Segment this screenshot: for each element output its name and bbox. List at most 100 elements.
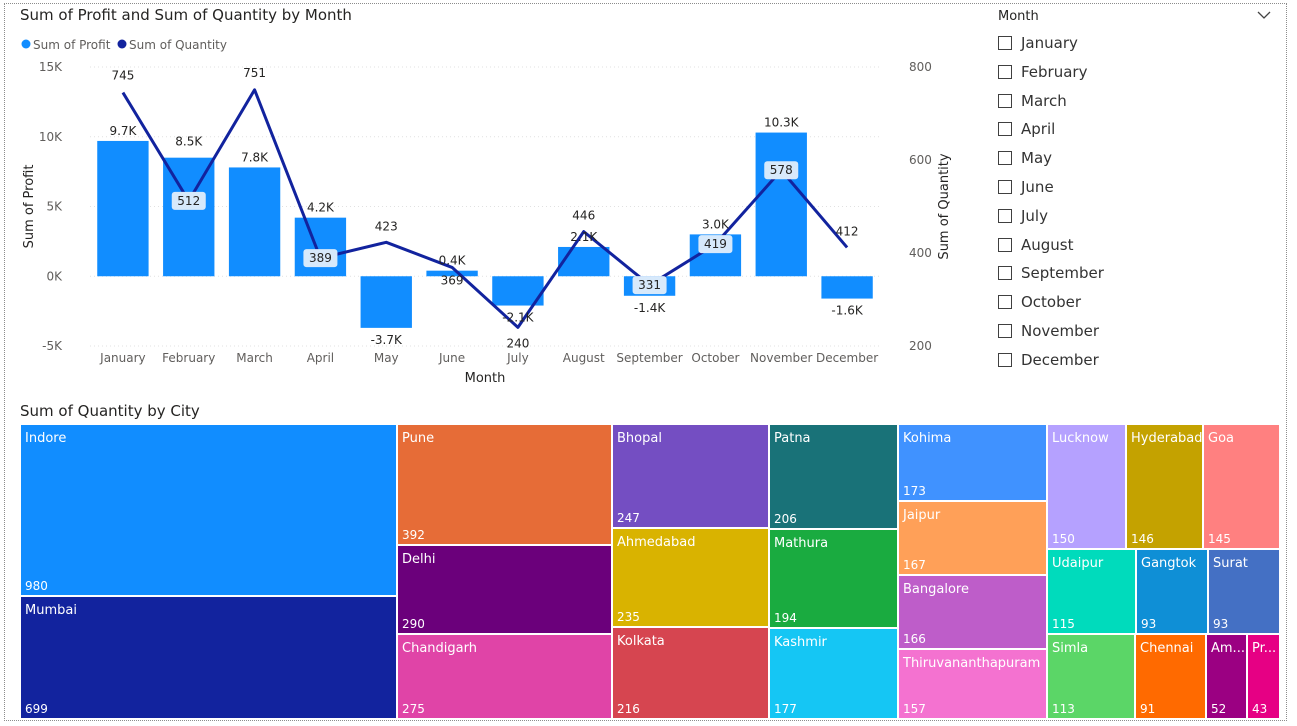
profit-bar <box>163 157 215 277</box>
treemap-cell[interactable]: Mumbai 699 <box>20 596 397 719</box>
treemap-cell[interactable]: Gangtok 93 <box>1136 549 1208 634</box>
treemap-city-label: Surat <box>1213 556 1248 571</box>
treemap-cell[interactable]: Patna 206 <box>769 424 898 529</box>
profit-data-label: -1.6K <box>831 304 863 318</box>
treemap-value-label: 93 <box>1141 617 1157 631</box>
treemap-cell[interactable]: Hyderabad 146 <box>1126 424 1203 549</box>
profit-data-label: -1.4K <box>634 301 666 315</box>
treemap-cell[interactable]: Bangalore 166 <box>898 575 1047 649</box>
checkbox[interactable] <box>998 36 1012 50</box>
y2-tick-label: 800 <box>909 60 932 74</box>
profit-data-label: 3.0K <box>702 217 730 231</box>
checkbox[interactable] <box>998 352 1012 367</box>
month-option[interactable]: July <box>998 206 1048 226</box>
treemap-cell[interactable]: Surat 93 <box>1208 549 1280 634</box>
checkbox[interactable] <box>998 180 1012 194</box>
month-option[interactable]: March <box>998 91 1067 111</box>
month-option[interactable]: October <box>998 292 1081 312</box>
treemap-title: Sum of Quantity by City <box>20 402 200 420</box>
treemap-cell[interactable]: Udaipur 115 <box>1047 549 1136 634</box>
treemap-value-label: 52 <box>1211 702 1227 716</box>
quantity-data-label: 745 <box>111 69 134 83</box>
x-tick-label: April <box>307 351 334 365</box>
y2-tick-label: 400 <box>909 246 932 260</box>
month-option[interactable]: April <box>998 119 1055 139</box>
profit-data-label: -3.7K <box>371 333 403 347</box>
treemap-city-label: Lucknow <box>1052 431 1109 446</box>
treemap-value-label: 206 <box>774 512 797 526</box>
x-tick-label: February <box>162 351 215 365</box>
month-option[interactable]: September <box>998 263 1104 283</box>
treemap-cell[interactable]: Chennai 91 <box>1135 634 1206 719</box>
profit-data-label: 10.3K <box>764 116 800 130</box>
month-option-label: July <box>1021 206 1048 225</box>
treemap-cell[interactable]: Jaipur 167 <box>898 501 1047 575</box>
checkbox[interactable] <box>998 208 1012 223</box>
treemap-city-label: Gangtok <box>1141 556 1197 571</box>
treemap-cell[interactable]: Pr... 43 <box>1247 634 1280 719</box>
month-option[interactable]: May <box>998 148 1052 168</box>
profit-data-label: 9.7K <box>109 124 137 138</box>
treemap-cell[interactable]: Pune 392 <box>397 424 612 545</box>
legend-marker-profit <box>21 39 31 49</box>
profit-data-label: 0.4K <box>439 254 467 268</box>
checkbox[interactable] <box>998 324 1012 338</box>
checkbox[interactable] <box>998 266 1012 281</box>
treemap-value-label: 980 <box>25 579 48 593</box>
y-axis-title: Sum of Profit <box>22 165 37 249</box>
treemap-cell[interactable]: Kohima 173 <box>898 424 1047 501</box>
treemap-cell[interactable]: Lucknow 150 <box>1047 424 1126 549</box>
checkbox[interactable] <box>998 64 1012 79</box>
treemap-cell[interactable]: Goa 145 <box>1203 424 1280 549</box>
treemap-cell[interactable]: Delhi 290 <box>397 545 612 634</box>
profit-bar <box>228 167 281 277</box>
treemap-value-label: 247 <box>617 511 640 525</box>
treemap-value-label: 157 <box>903 702 926 716</box>
month-option-label: January <box>1021 34 1078 52</box>
treemap-cell[interactable]: Am... 52 <box>1206 634 1247 719</box>
treemap-cell[interactable]: Bhopal 247 <box>612 424 769 528</box>
treemap-cell[interactable]: Chandigarh 275 <box>397 634 612 719</box>
y2-tick-label: 600 <box>909 153 932 167</box>
checkbox[interactable] <box>998 295 1012 310</box>
checkbox[interactable] <box>998 93 1012 108</box>
treemap-cell[interactable]: Kashmir 177 <box>769 628 898 719</box>
month-option-label: June <box>1021 178 1054 196</box>
checkbox[interactable] <box>998 151 1012 166</box>
treemap-cell[interactable]: Simla 113 <box>1047 634 1135 719</box>
treemap-city-label: Mumbai <box>25 603 77 618</box>
legend-marker-quantity <box>117 39 127 49</box>
y-tick-label: 5K <box>46 200 63 214</box>
treemap-cell[interactable]: Indore 980 <box>20 424 397 596</box>
treemap-value-label: 235 <box>617 610 640 624</box>
treemap-cell[interactable]: Thiruvananthapuram 157 <box>898 649 1047 719</box>
treemap-city-label: Bangalore <box>903 582 969 597</box>
month-option[interactable]: January <box>998 33 1078 53</box>
month-option[interactable]: June <box>998 177 1054 197</box>
treemap-value-label: 392 <box>402 528 425 542</box>
month-option[interactable]: August <box>998 235 1074 255</box>
y-tick-label: -5K <box>42 339 63 353</box>
treemap-cell[interactable]: Ahmedabad 235 <box>612 528 769 627</box>
y-tick-label: 0K <box>46 269 63 283</box>
month-option[interactable]: November <box>998 321 1099 341</box>
profit-bar <box>294 217 347 277</box>
profit-bar <box>360 276 412 328</box>
treemap-city-label: Thiruvananthapuram <box>903 656 1041 671</box>
profit-bar <box>821 276 873 299</box>
legend-label-profit: Sum of Profit <box>33 38 111 52</box>
quantity-data-label: 419 <box>704 237 727 251</box>
x-tick-label: May <box>374 351 399 365</box>
y2-tick-label: 200 <box>909 339 932 353</box>
treemap-value-label: 173 <box>903 484 926 498</box>
treemap-cell[interactable]: Mathura 194 <box>769 529 898 628</box>
chevron-down-icon[interactable] <box>1256 9 1272 21</box>
month-option[interactable]: December <box>998 350 1099 370</box>
treemap-city-label: Goa <box>1208 431 1234 446</box>
x-tick-label: March <box>236 351 273 365</box>
treemap-cell[interactable]: Kolkata 216 <box>612 627 769 719</box>
checkbox[interactable] <box>998 122 1012 137</box>
month-option[interactable]: February <box>998 62 1087 82</box>
checkbox[interactable] <box>998 237 1012 252</box>
treemap-value-label: 167 <box>903 558 926 572</box>
